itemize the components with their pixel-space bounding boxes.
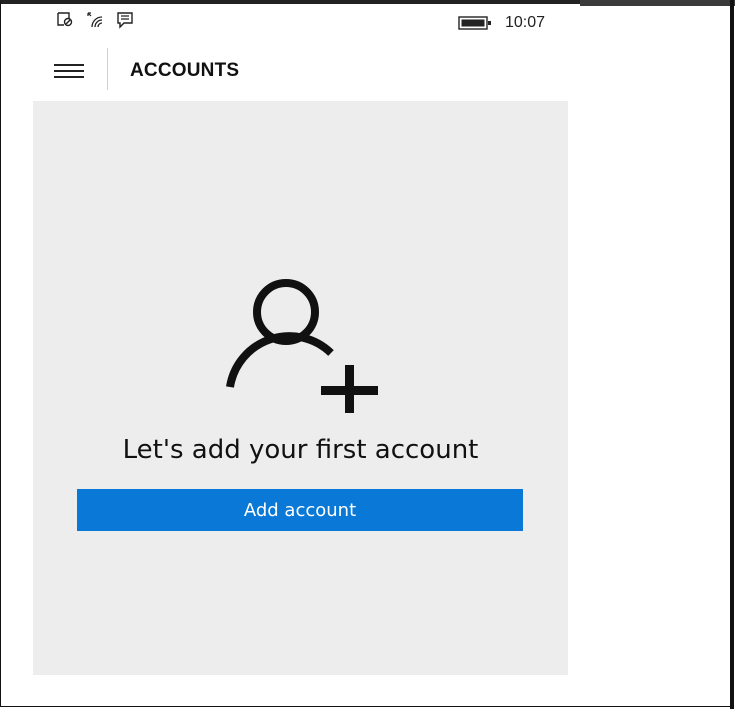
window-edge-right [730, 0, 734, 709]
app-header: ACCOUNTS [0, 40, 580, 100]
header-divider [107, 48, 108, 90]
wifi-signal-icon [87, 12, 103, 28]
notification-message-icon [117, 12, 133, 29]
hamburger-menu-icon[interactable] [54, 64, 84, 78]
accounts-empty-panel: Let's add your first account Add account [33, 101, 568, 675]
status-time: 10:07 [505, 14, 546, 31]
battery-icon [458, 16, 491, 30]
empty-state-message: Let's add your first account [122, 435, 479, 465]
window-edge [580, 0, 735, 6]
page-title: ACCOUNTS [130, 60, 240, 81]
add-person-icon [226, 279, 378, 413]
add-account-button[interactable]: Add account [77, 489, 523, 531]
screen-share-icon [57, 12, 73, 27]
status-bar: 10:07 [0, 4, 580, 34]
